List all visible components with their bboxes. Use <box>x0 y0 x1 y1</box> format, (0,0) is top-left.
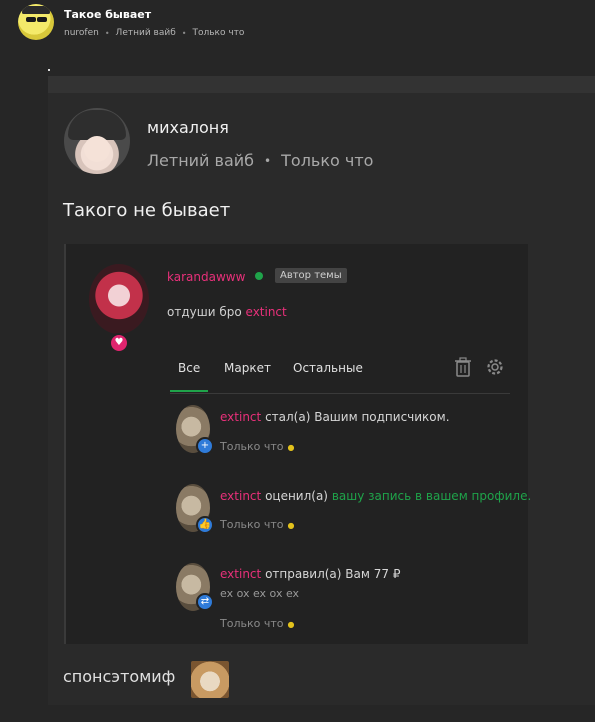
quoted-text: Такого не бывает <box>63 200 231 221</box>
author-avatar[interactable] <box>18 4 54 40</box>
author-name[interactable]: nurofen <box>64 28 99 38</box>
notification-time: Только что ● <box>220 617 295 630</box>
tab-other: Остальные <box>293 361 363 375</box>
author-badge: Автор темы <box>275 268 347 283</box>
profile-username: karandawww <box>167 270 246 284</box>
profile-avatar <box>89 264 149 334</box>
post-time: Только что <box>192 28 245 38</box>
transfer-icon: ⇄ <box>196 593 214 611</box>
tiny-mark <box>48 69 50 71</box>
notification-text: extinct стал(а) Вашим подписчиком. <box>220 410 450 424</box>
quoted-author-avatar[interactable] <box>64 108 130 174</box>
quoted-meta: Летний вайб • Только что <box>147 151 373 170</box>
heart-icon: ♥ <box>109 333 129 353</box>
cat-image <box>191 661 229 698</box>
quoted-author-name[interactable]: михалоня <box>147 118 229 137</box>
tab-all: Все <box>169 361 209 392</box>
post-header: Такое бывает nurofen • Летний вайб • Тол… <box>0 0 595 60</box>
trash-icon <box>455 357 471 377</box>
tab-market: Маркет <box>224 361 271 375</box>
profile-status: отдуши бро extinct <box>167 305 287 319</box>
notification-text: extinct оценил(а) вашу запись в вашем пр… <box>220 489 532 503</box>
meta-separator: • <box>264 153 272 168</box>
community-link[interactable]: Летний вайб <box>116 28 176 38</box>
meta-separator: • <box>104 28 110 38</box>
notification-comment: ex ox ex ox ex <box>220 587 300 600</box>
post-title[interactable]: Такое бывает <box>64 8 151 21</box>
meta-separator: • <box>181 28 187 38</box>
post-meta: nurofen • Летний вайб • Только что <box>64 28 244 38</box>
plus-icon: + <box>196 437 214 455</box>
post-caption: спонсэтомиф <box>63 667 176 686</box>
like-icon: 👍 <box>196 516 214 534</box>
notification-text: extinct отправил(а) Вам 77 ₽ <box>220 567 401 581</box>
quoted-time: Только что <box>281 151 374 170</box>
notification-time: Только что ● <box>220 518 295 531</box>
notification-time: Только что ● <box>220 440 295 453</box>
online-indicator <box>255 272 263 280</box>
gear-icon <box>487 359 503 375</box>
quoted-community[interactable]: Летний вайб <box>147 151 254 170</box>
